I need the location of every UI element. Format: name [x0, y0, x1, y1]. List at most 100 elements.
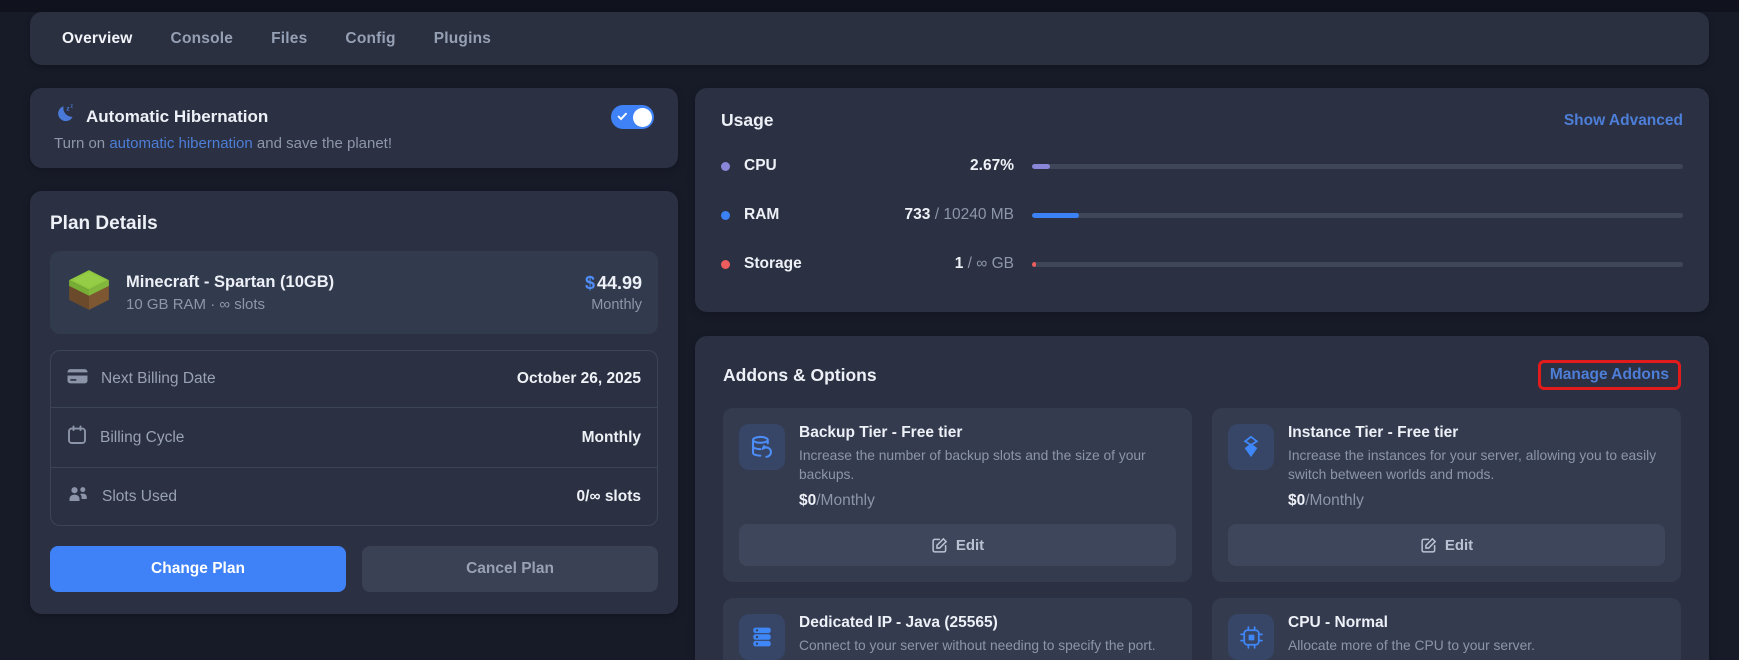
main-content: z z Automatic Hibernation Turn on automa…: [0, 65, 1739, 660]
hibernation-desc-prefix: Turn on: [54, 135, 110, 152]
billing-value: 0/∞ slots: [576, 487, 641, 505]
billing-list: Next Billing Date October 26, 2025 Billi…: [50, 350, 658, 526]
meter-value-muted: / 10240 MB: [930, 206, 1014, 223]
storage-progress-fill: [1032, 261, 1036, 267]
pencil-icon: [1421, 537, 1437, 553]
ram-progress-fill: [1032, 212, 1079, 218]
svg-text:z: z: [71, 104, 74, 110]
plan-details-card: Plan Details Minecraft - Spartan (10GB) …: [30, 191, 678, 614]
manage-addons-link[interactable]: Manage Addons: [1550, 366, 1669, 383]
addon-grid: Backup Tier - Free tier Increase the num…: [723, 408, 1681, 660]
billing-row-next-date: Next Billing Date October 26, 2025: [51, 351, 657, 408]
calendar-icon: [67, 425, 87, 450]
plan-details-title: Plan Details: [50, 213, 158, 234]
addon-card-dedicated-ip: Dedicated IP - Java (25565) Connect to y…: [723, 598, 1192, 660]
addon-description: Connect to your server without needing t…: [799, 638, 1156, 654]
billing-row-cycle: Billing Cycle Monthly: [51, 408, 657, 468]
usage-title: Usage: [721, 110, 774, 130]
annotation-highlight-box: Manage Addons: [1537, 360, 1681, 390]
addon-description: Increase the number of backup slots and …: [799, 448, 1146, 483]
price-cycle: Monthly: [591, 296, 642, 313]
toggle-knob: [632, 107, 652, 127]
billing-label: Next Billing Date: [101, 370, 216, 387]
edit-instance-tier-button[interactable]: Edit: [1228, 524, 1665, 567]
tab-console[interactable]: Console: [171, 30, 234, 48]
addon-title: CPU - Normal: [1288, 614, 1388, 632]
meter-label: Storage: [744, 255, 802, 272]
cancel-plan-button[interactable]: Cancel Plan: [362, 546, 658, 592]
billing-label: Slots Used: [102, 487, 177, 505]
moon-icon: z z: [54, 103, 76, 130]
instance-icon: [1228, 424, 1274, 470]
billing-value: October 26, 2025: [516, 370, 641, 387]
top-nav: Overview Console Files Config Plugins: [30, 12, 1709, 65]
minecraft-grass-block-icon: [66, 267, 112, 318]
addon-price: $0: [799, 492, 817, 510]
addon-title: Dedicated IP - Java (25565): [799, 614, 998, 632]
price-currency: $: [584, 272, 595, 293]
hibernation-description: Turn on automatic hibernation and save t…: [54, 135, 654, 152]
billing-label: Billing Cycle: [100, 428, 185, 446]
plan-price: $44.99 Monthly: [585, 273, 642, 313]
cpu-dot-icon: [721, 161, 730, 171]
tab-files[interactable]: Files: [271, 30, 307, 48]
addon-description: Increase the instances for your server, …: [1288, 448, 1657, 483]
storage-dot-icon: [721, 259, 730, 269]
usage-card: Usage Show Advanced CPU 2.67% RAM 733 / …: [695, 88, 1709, 312]
hibernation-toggle[interactable]: [611, 105, 654, 129]
check-icon: [617, 112, 627, 121]
price-amount: 44.99: [596, 272, 642, 293]
billing-value: Monthly: [581, 428, 641, 446]
meter-label: RAM: [744, 206, 780, 223]
addon-title: Backup Tier - Free tier: [799, 424, 963, 441]
plan-specs: 10 GB RAM · ∞ slots: [126, 295, 266, 313]
cpu-chip-icon: [1228, 614, 1274, 660]
cpu-progress-fill: [1032, 163, 1051, 169]
tab-plugins[interactable]: Plugins: [434, 30, 491, 48]
billing-row-slots: Slots Used 0/∞ slots: [51, 468, 657, 525]
svg-text:z: z: [66, 105, 69, 112]
storage-progress-bar: [1032, 261, 1683, 267]
tab-config[interactable]: Config: [345, 30, 395, 48]
meter-value: 2.67%: [970, 157, 1014, 174]
change-plan-button[interactable]: Change Plan: [50, 546, 346, 592]
tab-overview[interactable]: Overview: [62, 30, 133, 48]
meter-value-muted: / ∞ GB: [963, 255, 1014, 272]
ram-meter: RAM 733 / 10240 MB: [721, 206, 1683, 224]
left-column: z z Automatic Hibernation Turn on automa…: [30, 88, 678, 614]
edit-backup-tier-button[interactable]: Edit: [739, 524, 1176, 567]
edit-button-label: Edit: [1444, 536, 1474, 554]
cpu-progress-bar: [1032, 163, 1683, 169]
addon-title: Instance Tier - Free tier: [1288, 424, 1459, 441]
plan-summary-row: Minecraft - Spartan (10GB) 10 GB RAM · ∞…: [50, 251, 658, 334]
cpu-meter: CPU 2.67%: [721, 157, 1683, 175]
pencil-icon: [932, 537, 948, 553]
addon-description: Allocate more of the CPU to your server.: [1288, 638, 1535, 654]
addon-card-instance-tier: Instance Tier - Free tier Increase the i…: [1212, 408, 1681, 583]
addons-title: Addons & Options: [723, 364, 877, 385]
backup-icon: [739, 424, 785, 470]
edit-button-label: Edit: [955, 536, 985, 554]
meter-value: 733: [904, 206, 931, 223]
automatic-hibernation-card: z z Automatic Hibernation Turn on automa…: [30, 88, 678, 168]
ram-progress-bar: [1032, 212, 1683, 218]
plan-name: Minecraft - Spartan (10GB): [126, 272, 335, 291]
ram-dot-icon: [721, 210, 730, 220]
addons-options-card: Addons & Options Manage Addons Backup Ti…: [695, 336, 1709, 660]
addon-card-backup-tier: Backup Tier - Free tier Increase the num…: [723, 408, 1192, 583]
top-strip: [0, 0, 1739, 12]
hibernation-title: Automatic Hibernation: [86, 106, 269, 126]
addon-price-cycle: /Monthly: [816, 492, 875, 510]
users-icon: [67, 485, 89, 508]
server-stack-icon: [739, 614, 785, 660]
credit-card-icon: [67, 368, 88, 390]
addon-card-cpu: CPU - Normal Allocate more of the CPU to…: [1212, 598, 1681, 660]
meter-label: CPU: [744, 157, 777, 174]
hibernation-link[interactable]: automatic hibernation: [109, 135, 252, 152]
storage-meter: Storage 1 / ∞ GB: [721, 255, 1683, 273]
hibernation-desc-suffix: and save the planet!: [252, 135, 393, 152]
show-advanced-link[interactable]: Show Advanced: [1564, 112, 1683, 130]
addon-price-cycle: /Monthly: [1305, 492, 1364, 510]
addon-price: $0: [1288, 492, 1306, 510]
right-column: Usage Show Advanced CPU 2.67% RAM 733 / …: [695, 88, 1709, 660]
